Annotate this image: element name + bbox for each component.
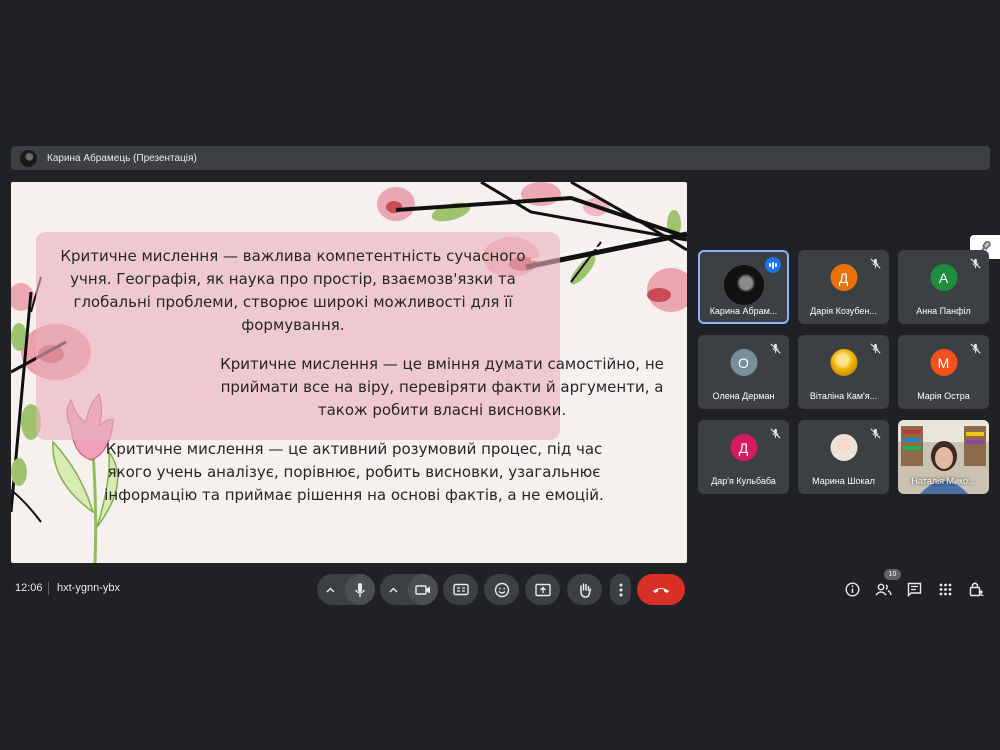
microphone-button[interactable] bbox=[344, 574, 375, 605]
camera-icon bbox=[415, 584, 430, 595]
camera-button[interactable] bbox=[407, 574, 438, 605]
meeting-time: 12:06 bbox=[15, 582, 43, 594]
participant-name: Наталія Мико... bbox=[911, 476, 976, 486]
avatar: Д bbox=[730, 434, 757, 461]
host-controls-button[interactable] bbox=[967, 580, 985, 598]
more-options-button[interactable] bbox=[610, 574, 631, 605]
participant-tile-video[interactable]: Наталія Мико... bbox=[898, 420, 989, 494]
people-icon bbox=[874, 583, 892, 595]
speaking-indicator-icon bbox=[765, 257, 781, 273]
participant-name: Дарія Козубен... bbox=[810, 306, 877, 316]
divider bbox=[48, 582, 49, 595]
participant-tile[interactable]: А Анна Панфіл bbox=[898, 250, 989, 324]
participant-tile[interactable]: Віталіна Кам'я... bbox=[798, 335, 889, 409]
end-call-icon bbox=[653, 587, 669, 593]
mic-off-icon bbox=[870, 428, 881, 439]
presentation-header: Карина Абрамець (Презентація) bbox=[11, 146, 990, 170]
meeting-code[interactable]: hxt-ygnn-ybx bbox=[57, 582, 120, 594]
meeting-details-button[interactable] bbox=[843, 580, 861, 598]
mic-control[interactable] bbox=[317, 574, 375, 605]
avatar bbox=[830, 434, 857, 461]
avatar: О bbox=[730, 349, 757, 376]
participant-name: Віталіна Кам'я... bbox=[809, 391, 878, 401]
lock-person-icon bbox=[969, 582, 984, 597]
participant-tile[interactable]: Марина Шокал bbox=[798, 420, 889, 494]
participant-tile[interactable]: Д Дар'я Кульбаба bbox=[698, 420, 789, 494]
emoji-icon bbox=[494, 582, 509, 597]
microphone-icon bbox=[354, 582, 365, 597]
camera-control[interactable] bbox=[380, 574, 438, 605]
participant-name: Карина Абрам... bbox=[709, 306, 778, 316]
hand-icon bbox=[579, 582, 591, 598]
participant-name: Дар'я Кульбаба bbox=[711, 476, 776, 486]
chat-icon bbox=[907, 582, 921, 597]
activities-button[interactable] bbox=[936, 580, 954, 598]
more-vert-icon bbox=[619, 583, 622, 596]
avatar: Д bbox=[830, 264, 857, 291]
presenter-avatar bbox=[20, 149, 37, 167]
raise-hand-button[interactable] bbox=[567, 574, 602, 605]
slide-text-2: Критичне мислення — це вміння думати сам… bbox=[220, 355, 664, 419]
participant-tile[interactable]: М Марія Остра bbox=[898, 335, 989, 409]
mic-off-icon bbox=[870, 258, 881, 269]
mic-off-icon bbox=[970, 343, 981, 354]
present-now-button[interactable] bbox=[525, 574, 560, 605]
mic-off-icon bbox=[770, 428, 781, 439]
info-icon bbox=[844, 581, 860, 597]
captions-icon bbox=[452, 583, 469, 596]
slide-text-3: Критичне мислення — це активний розумови… bbox=[104, 440, 604, 504]
present-screen-icon bbox=[534, 583, 551, 596]
mic-off-icon bbox=[970, 258, 981, 269]
avatar: М bbox=[930, 349, 957, 376]
avatar bbox=[830, 349, 857, 376]
participant-tile[interactable]: Д Дарія Козубен... bbox=[798, 250, 889, 324]
participant-tile[interactable]: Карина Абрам... bbox=[698, 250, 789, 324]
avatar: А bbox=[930, 264, 957, 291]
avatar bbox=[723, 265, 764, 305]
participant-tile[interactable]: О Олена Дерман bbox=[698, 335, 789, 409]
leave-call-button[interactable] bbox=[637, 574, 685, 605]
reactions-button[interactable] bbox=[484, 574, 519, 605]
participant-name: Анна Панфіл bbox=[916, 306, 971, 316]
apps-grid-icon bbox=[939, 583, 951, 595]
audio-options-chevron-icon[interactable] bbox=[317, 587, 345, 593]
people-button[interactable] bbox=[874, 580, 892, 598]
mic-off-icon bbox=[870, 343, 881, 354]
mic-off-icon bbox=[770, 343, 781, 354]
chat-button[interactable] bbox=[905, 580, 923, 598]
participant-name: Марина Шокал bbox=[812, 476, 875, 486]
participant-name: Олена Дерман bbox=[712, 391, 775, 401]
slide-text-1: Критичне мислення — важлива компетентніс… bbox=[60, 247, 526, 334]
shared-slide: Критичне мислення — важлива компетентніс… bbox=[11, 182, 687, 563]
participant-count-badge: 10 bbox=[884, 569, 901, 580]
captions-button[interactable] bbox=[443, 574, 478, 605]
video-options-chevron-icon[interactable] bbox=[380, 587, 408, 593]
presentation-title: Карина Абрамець (Презентація) bbox=[47, 152, 197, 164]
participant-name: Марія Остра bbox=[917, 391, 970, 401]
